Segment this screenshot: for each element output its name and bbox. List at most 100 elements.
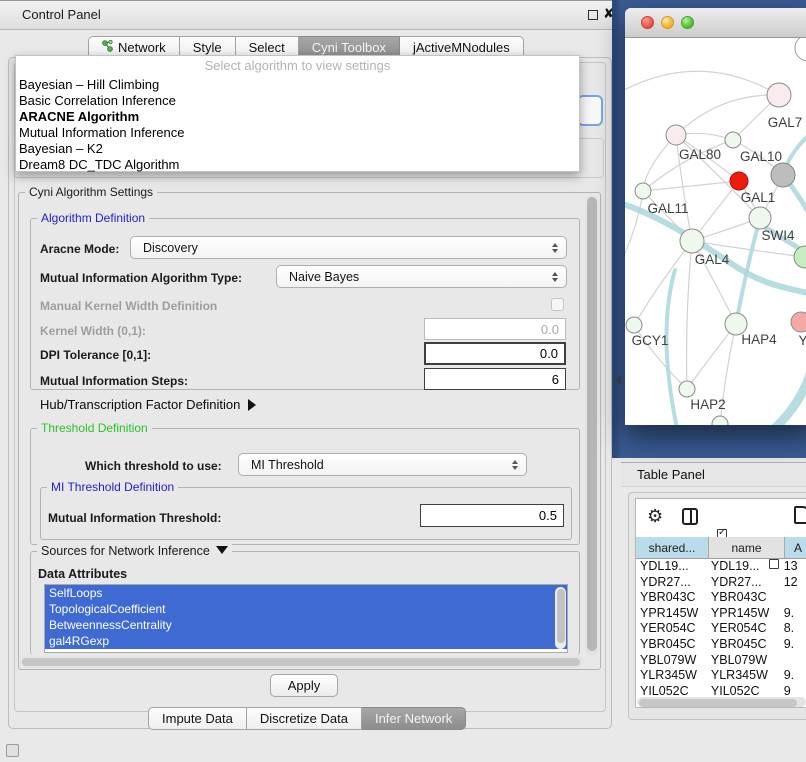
table-panel-title: Table Panel: [637, 467, 705, 482]
algorithm-option[interactable]: Dream8 DC_TDC Algorithm: [16, 157, 579, 173]
table-row[interactable]: YPR145WYPR145W9.: [636, 606, 806, 622]
table-row[interactable]: YLR345WYLR345W9.: [636, 668, 806, 684]
columns-icon[interactable]: [682, 508, 698, 525]
data-attribute-item[interactable]: TopologicalCoefficient: [45, 601, 567, 617]
network-node-gal10[interactable]: [725, 132, 741, 148]
dpi-tolerance-label: DPI Tolerance [0,1]:: [40, 348, 151, 362]
mi-steps-field[interactable]: 6: [424, 368, 566, 390]
algorithm-option[interactable]: Bayesian – Hill Climbing: [16, 77, 579, 93]
manual-kernel-checkbox[interactable]: [551, 298, 564, 311]
control-panel-title: Control Panel: [22, 7, 101, 22]
kernel-width-field[interactable]: 0.0: [424, 318, 566, 340]
network-node-swi4[interactable]: [794, 246, 806, 268]
algorithm-option[interactable]: Basic Correlation Inference: [16, 93, 579, 109]
float-window-icon[interactable]: [588, 10, 598, 20]
table-cell: YBR045C: [636, 637, 707, 653]
table-header-row: shared... name A: [636, 537, 806, 559]
network-edge[interactable]: [625, 71, 779, 98]
algorithm-option[interactable]: ARACNE Algorithm: [16, 109, 579, 125]
data-attribute-item[interactable]: BetweennessCentrality: [45, 617, 567, 633]
mi-type-combo[interactable]: Naive Bayes: [276, 265, 567, 288]
aracne-mode-combo[interactable]: Discovery: [130, 236, 567, 259]
algorithm-dropdown-placeholder: Select algorithm to view settings: [16, 56, 579, 77]
inference-combo-fragment: [577, 95, 603, 126]
network-node-hap2[interactable]: [679, 381, 695, 397]
table-cell: YER054C: [707, 621, 781, 637]
table-header-shared-name[interactable]: shared...: [636, 537, 709, 559]
table-row[interactable]: YBL079WYBL079W: [636, 653, 806, 669]
gear-icon[interactable]: ⚙: [647, 507, 663, 525]
table-row[interactable]: YDL19...YDL19...13: [636, 559, 806, 575]
network-edge[interactable]: [687, 324, 736, 389]
close-light-red[interactable]: [641, 16, 654, 29]
table-cell: YDR27...: [707, 575, 781, 591]
algorithm-option[interactable]: Bayesian – K2: [16, 141, 579, 157]
network-node-gcy1[interactable]: [626, 317, 642, 333]
table-cell: 9.: [781, 637, 806, 653]
dpi-tolerance-field[interactable]: 0.0: [424, 342, 566, 365]
network-node-gal11[interactable]: [635, 183, 651, 199]
network-node-gal80[interactable]: [666, 125, 686, 145]
network-edge[interactable]: [687, 241, 692, 389]
network-node[interactable]: [730, 172, 748, 190]
network-edge[interactable]: [643, 181, 739, 191]
combo-stepper-icon: [552, 272, 558, 282]
combo-stepper-icon: [552, 243, 558, 253]
table-cell: YDL19...: [636, 559, 707, 575]
table-row[interactable]: YER054CYER054C8.: [636, 621, 806, 637]
network-node-gal1[interactable]: [749, 207, 771, 229]
network-node-label: GAL80: [679, 147, 721, 162]
table-cell: YLR345W: [636, 668, 707, 684]
table-cell: 8.: [781, 621, 806, 637]
network-node-y[interactable]: [791, 312, 806, 332]
aracne-mode-label: Aracne Mode:: [40, 242, 119, 256]
tab-discretize-data[interactable]: Discretize Data: [247, 707, 362, 730]
algorithm-option[interactable]: Mutual Information Inference: [16, 125, 579, 141]
network-node[interactable]: [795, 38, 806, 61]
mi-steps-label: Mutual Information Steps:: [40, 374, 188, 388]
settings-horizontal-scrollbar[interactable]: [20, 656, 584, 667]
tab-impute-data[interactable]: Impute Data: [148, 707, 247, 730]
network-node[interactable]: [771, 163, 795, 187]
settings-vertical-scrollbar[interactable]: [585, 195, 598, 657]
network-node-gal7[interactable]: [767, 83, 791, 107]
minimize-light-yellow[interactable]: [661, 16, 674, 29]
network-node-label: GAL7: [768, 115, 803, 130]
docked-panel-grip-icon[interactable]: [6, 744, 19, 757]
zoom-light-green[interactable]: [681, 16, 694, 29]
table-row[interactable]: YBR043CYBR043C: [636, 590, 806, 606]
document-icon[interactable]: [794, 506, 806, 524]
network-edge[interactable]: [625, 203, 806, 296]
network-edge[interactable]: [773, 363, 806, 425]
network-node[interactable]: [712, 416, 728, 425]
table-cell: YIL052C: [707, 684, 781, 697]
apply-button[interactable]: Apply: [270, 674, 338, 697]
table-cell: YPR145W: [636, 606, 707, 622]
attributes-list-scrollbar[interactable]: [555, 587, 566, 649]
table-row[interactable]: YDR27...YDR27...12: [636, 575, 806, 591]
network-edge[interactable]: [676, 95, 779, 135]
table-header-partial[interactable]: A: [785, 537, 806, 559]
tab-infer-network[interactable]: Infer Network: [362, 707, 466, 730]
table-cell: 9.: [781, 668, 806, 684]
table-header-name[interactable]: name: [709, 537, 785, 559]
table-cell: YBR043C: [636, 590, 707, 606]
data-attribute-item[interactable]: SelfLoops: [45, 585, 567, 601]
mi-threshold-label: Mutual Information Threshold:: [48, 511, 221, 525]
table-cell: [781, 590, 806, 606]
network-canvas[interactable]: GAL7GAL80GAL10GAL1GAL11SWI4GAL4GCY1HAP4Y…: [625, 38, 806, 425]
kernel-width-label: Kernel Width (0,1):: [40, 324, 146, 338]
sources-group-title[interactable]: Sources for Network Inference: [37, 544, 232, 558]
table-row[interactable]: YIL052CYIL052C9: [636, 684, 806, 697]
network-edge[interactable]: [634, 241, 692, 325]
network-view-window: GAL7GAL80GAL10GAL1GAL11SWI4GAL4GCY1HAP4Y…: [625, 8, 806, 425]
table-horizontal-scrollbar[interactable]: [637, 697, 806, 707]
data-attributes-label: Data Attributes: [38, 567, 127, 581]
table-cell: YBR043C: [707, 590, 781, 606]
network-node-gal4[interactable]: [680, 229, 704, 253]
data-attribute-item[interactable]: gal4RGexp: [45, 633, 567, 649]
table-row[interactable]: YBR045CYBR045C9.: [636, 637, 806, 653]
hub-definition-toggle[interactable]: Hub/Transcription Factor Definition: [40, 397, 256, 412]
which-threshold-combo[interactable]: MI Threshold: [238, 453, 527, 476]
mi-threshold-field[interactable]: 0.5: [420, 504, 564, 527]
